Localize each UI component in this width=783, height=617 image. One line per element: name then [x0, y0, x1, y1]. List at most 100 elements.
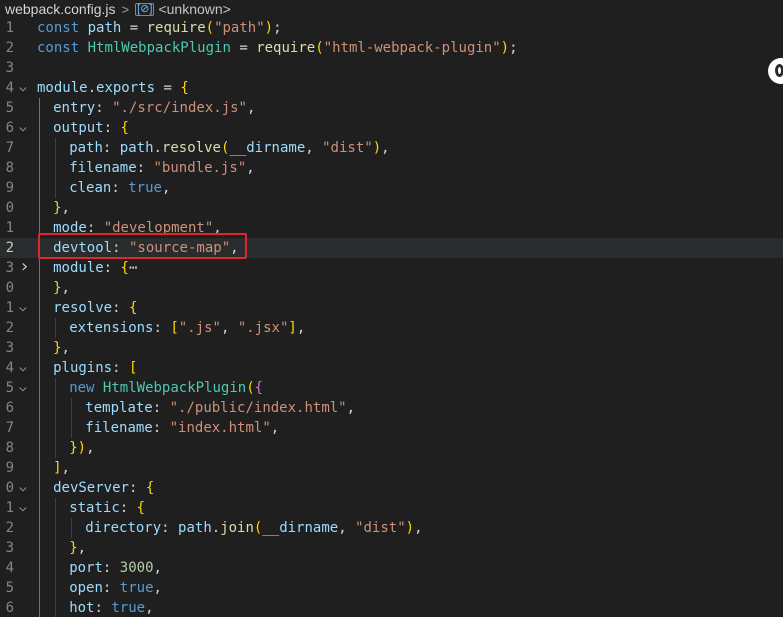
- code-text[interactable]: },: [69, 538, 86, 558]
- indent-guide: [55, 438, 57, 458]
- indent-guide: [39, 338, 40, 358]
- highlight-annotation-box: [38, 233, 247, 259]
- code-line[interactable]: 0 ⌵ devServer: {: [0, 478, 783, 498]
- code-line[interactable]: 9],: [0, 458, 783, 478]
- code-line[interactable]: 2 extensions: [".js", ".jsx"],: [0, 318, 783, 338]
- code-text[interactable]: },: [53, 198, 70, 218]
- chevron-down-icon[interactable]: ⌵: [19, 378, 31, 398]
- indent-guide: [55, 518, 57, 538]
- code-text[interactable]: template: "./public/index.html",: [85, 398, 355, 418]
- code-line[interactable]: 6 template: "./public/index.html",: [0, 398, 783, 418]
- code-line[interactable]: 3},: [0, 538, 783, 558]
- code-line[interactable]: 8}),: [0, 438, 783, 458]
- code-line[interactable]: 8 filename: "bundle.js",: [0, 158, 783, 178]
- line-number: 8: [5, 440, 14, 456]
- code-line[interactable]: 3 › module: {⋯: [0, 258, 783, 278]
- code-text[interactable]: }),: [69, 438, 94, 458]
- line-number: 2: [5, 40, 14, 56]
- chevron-right-icon[interactable]: ›: [19, 258, 31, 278]
- code-line[interactable]: 3: [0, 58, 783, 78]
- indent-guide: [39, 138, 40, 158]
- code-line[interactable]: 7 path: path.resolve(__dirname, "dist"),: [0, 138, 783, 158]
- line-number: 2: [5, 240, 14, 256]
- indent-guide: [55, 578, 57, 598]
- chevron-down-icon[interactable]: ⌵: [19, 358, 31, 378]
- code-line[interactable]: 2 directory: path.join(__dirname, "dist")…: [0, 518, 783, 538]
- code-text[interactable]: filename: "bundle.js",: [69, 158, 254, 178]
- code-text[interactable]: hot: true,: [69, 598, 153, 617]
- chevron-down-icon[interactable]: ⌵: [19, 478, 31, 498]
- code-text[interactable]: resolve: {: [53, 298, 137, 318]
- code-text[interactable]: const HtmlWebpackPlugin = require("html-…: [37, 38, 518, 58]
- indent-guide: [39, 158, 40, 178]
- code-text[interactable]: static: {: [69, 498, 145, 518]
- code-text[interactable]: new HtmlWebpackPlugin({: [69, 378, 263, 398]
- breadcrumb-symbol[interactable]: <unknown>: [158, 1, 230, 17]
- line-number: 0: [5, 200, 14, 216]
- code-line[interactable]: 5 ⌵ new HtmlWebpackPlugin({: [0, 378, 783, 398]
- line-number: 9: [5, 460, 14, 476]
- line-number: 7: [5, 420, 14, 436]
- breadcrumb-file[interactable]: webpack.config.js: [5, 1, 116, 17]
- code-line[interactable]: 4 ⌵ module.exports = {: [0, 78, 783, 98]
- line-number: 3: [5, 540, 14, 556]
- line-number: 3: [5, 60, 14, 76]
- indent-guide: [39, 118, 40, 138]
- code-text[interactable]: },: [53, 338, 70, 358]
- code-text[interactable]: open: true,: [69, 578, 162, 598]
- indent-guide: [39, 398, 40, 418]
- code-text[interactable]: filename: "index.html",: [85, 418, 279, 438]
- line-number: 1: [5, 220, 14, 236]
- code-line[interactable]: 0},: [0, 198, 783, 218]
- code-text[interactable]: },: [53, 278, 70, 298]
- code-text[interactable]: extensions: [".js", ".jsx"],: [69, 318, 305, 338]
- code-line[interactable]: 1 const path = require("path");: [0, 18, 783, 38]
- code-line[interactable]: 0},: [0, 278, 783, 298]
- code-text[interactable]: module: {⋯: [53, 258, 137, 278]
- chevron-down-icon[interactable]: ⌵: [19, 118, 31, 138]
- code-line[interactable]: 1 ⌵ static: {: [0, 498, 783, 518]
- indent-guide: [71, 518, 73, 538]
- code-line[interactable]: 6 ⌵ output: {: [0, 118, 783, 138]
- indent-guide: [39, 378, 40, 398]
- code-text[interactable]: plugins: [: [53, 358, 137, 378]
- code-text[interactable]: port: 3000,: [69, 558, 162, 578]
- code-line[interactable]: 5 open: true,: [0, 578, 783, 598]
- line-number: 1: [5, 500, 14, 516]
- code-line[interactable]: 1 ⌵ resolve: {: [0, 298, 783, 318]
- indent-guide: [39, 178, 40, 198]
- code-line[interactable]: 7 filename: "index.html",: [0, 418, 783, 438]
- code-text[interactable]: const path = require("path");: [37, 18, 282, 38]
- code-editor[interactable]: 1 const path = require("path"); 2 const Htm…: [0, 18, 783, 617]
- code-line[interactable]: 6 hot: true,: [0, 598, 783, 617]
- code-line[interactable]: 4 port: 3000,: [0, 558, 783, 578]
- breadcrumb-separator: >: [121, 1, 130, 17]
- line-number: 6: [5, 400, 14, 416]
- chevron-down-icon[interactable]: ⌵: [19, 298, 31, 318]
- indent-guide: [55, 498, 57, 518]
- code-text[interactable]: devServer: {: [53, 478, 154, 498]
- code-text[interactable]: clean: true,: [69, 178, 170, 198]
- code-text[interactable]: path: path.resolve(__dirname, "dist"),: [69, 138, 389, 158]
- indent-guide: [39, 558, 40, 578]
- indent-guide: [55, 598, 57, 617]
- breadcrumb: webpack.config.js > [⊘] <unknown>: [0, 0, 783, 18]
- code-line[interactable]: 3},: [0, 338, 783, 358]
- line-number: 1: [5, 20, 14, 36]
- code-line[interactable]: 4 ⌵ plugins: [: [0, 358, 783, 378]
- code-text[interactable]: entry: "./src/index.js",: [53, 98, 255, 118]
- code-text[interactable]: ],: [53, 458, 70, 478]
- line-number: 0: [5, 480, 14, 496]
- indent-guide: [71, 418, 73, 438]
- indent-guide: [55, 178, 57, 198]
- code-line[interactable]: 9 clean: true,: [0, 178, 783, 198]
- line-number: 9: [5, 180, 14, 196]
- chevron-down-icon[interactable]: ⌵: [19, 78, 31, 98]
- code-text[interactable]: module.exports = {: [37, 78, 189, 98]
- code-text[interactable]: output: {: [53, 118, 129, 138]
- line-number: 4: [5, 80, 14, 96]
- code-line[interactable]: 2 const HtmlWebpackPlugin = require("html…: [0, 38, 783, 58]
- code-line[interactable]: 5 entry: "./src/index.js",: [0, 98, 783, 118]
- code-text[interactable]: directory: path.join(__dirname, "dist"),: [85, 518, 422, 538]
- chevron-down-icon[interactable]: ⌵: [19, 498, 31, 518]
